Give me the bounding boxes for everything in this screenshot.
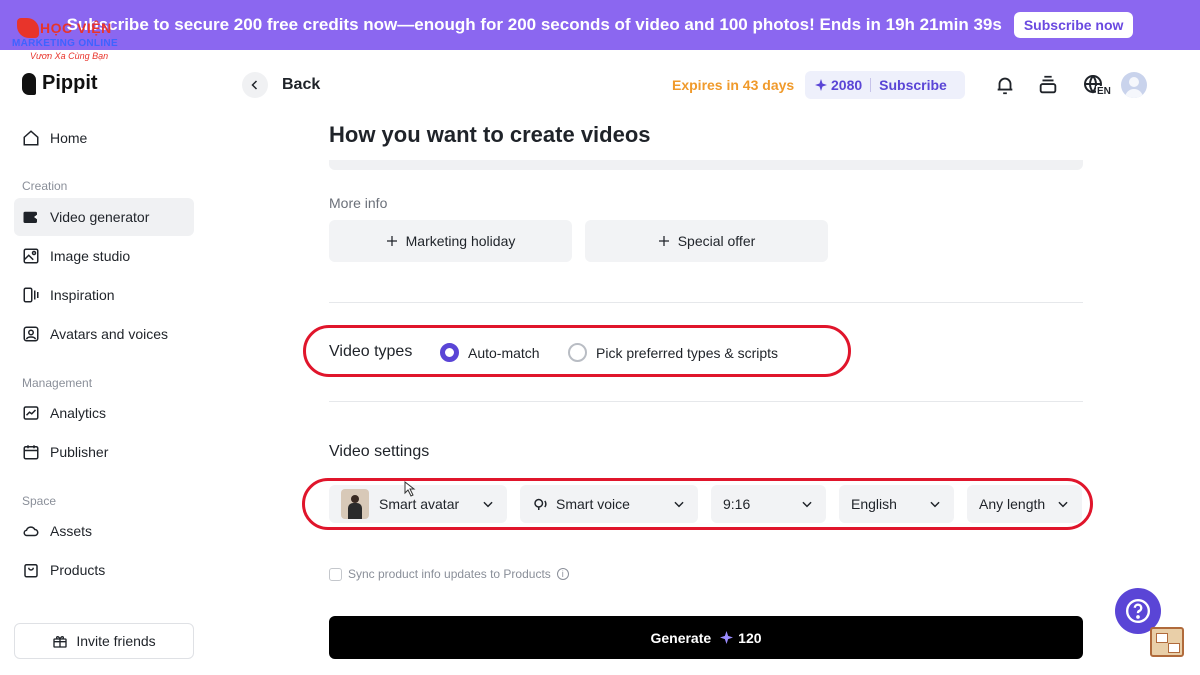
generate-button[interactable]: Generate 120 [329,616,1083,659]
notification-bell-icon[interactable] [992,72,1018,98]
chip-label: Special offer [677,233,756,249]
sidebar-item-label: Video generator [50,209,150,225]
sidebar-item-avatars-and-voices[interactable]: Avatars and voices [14,315,194,353]
sparkle-icon [720,631,734,644]
watermark-logo: HỌC VIỆN MARKETING ONLINE Vươn Xa Cùng B… [12,18,122,64]
section-space: Space [22,494,57,508]
sync-product-checkbox[interactable]: Sync product info updates to Products i [329,567,569,581]
chip-label: Marketing holiday [405,233,516,249]
invite-friends-label: Invite friends [76,633,156,649]
checkbox-icon[interactable] [329,567,342,581]
sidebar-item-label: Analytics [50,405,107,421]
invite-friends-button[interactable]: Invite friends [14,623,194,659]
sidebar-item-label: Publisher [50,444,109,460]
credits-divider [870,78,872,92]
sidebar-item-publisher[interactable]: Publisher [14,433,194,471]
promo-banner: Subscribe to secure 200 free credits now… [0,0,1200,50]
watermark-line-2: MARKETING ONLINE [12,38,118,49]
sidebar-item-analytics[interactable]: Analytics [14,394,194,432]
credits-count: 2080 [831,77,863,93]
info-icon[interactable]: i [556,568,569,580]
bag-icon [24,564,38,578]
back-button[interactable]: Back [242,72,320,98]
language-code: EN [1096,86,1112,97]
sync-product-label: Sync product info updates to Products [348,567,551,581]
watermark-line-3: Vươn Xa Cùng Bạn [30,51,109,61]
home-icon [23,130,39,146]
credits-badge[interactable]: 2080 Subscribe [805,71,965,99]
sidebar-item-image-studio[interactable]: Image studio [14,237,194,275]
analytics-icon [23,406,39,420]
corner-widget-icon[interactable] [1150,627,1184,657]
promo-banner-text: Subscribe to secure 200 free credits now… [66,15,1002,34]
page-title: How you want to create videos [329,122,651,147]
watermark-logo-icon [17,18,39,38]
chevron-left-icon [242,72,268,98]
special-offer-chip[interactable]: Special offer [585,220,828,262]
gift-icon [53,636,67,648]
section-management: Management [22,376,93,390]
sparkle-icon [815,79,827,91]
sidebar-item-label: Home [50,130,88,146]
sidebar-item-products[interactable]: Products [14,551,194,589]
plus-icon [658,236,669,246]
section-divider [329,302,1083,303]
sidebar-item-label: Avatars and voices [50,326,169,342]
generate-cost: 120 [738,629,762,646]
inspiration-icon [23,287,39,303]
mouse-cursor-icon [404,481,416,497]
sidebar-item-video-generator[interactable]: Video generator [14,198,194,236]
subscribe-now-button[interactable]: Subscribe now [1013,12,1134,38]
back-label: Back [282,76,321,93]
user-avatar[interactable] [1121,72,1147,98]
highlight-oval-video-settings [302,478,1093,530]
more-info-label: More info [329,195,388,211]
video-icon [23,211,37,223]
cloud-icon [23,526,39,537]
section-divider [329,401,1083,402]
sidebar-item-assets[interactable]: Assets [14,512,194,550]
input-area-bottom [329,160,1083,170]
sidebar-item-label: Products [50,562,106,578]
video-settings-label: Video settings [329,443,430,460]
marketing-holiday-chip[interactable]: Marketing holiday [329,220,572,262]
brand-logo[interactable]: Pippit [22,72,98,95]
sidebar-item-label: Image studio [50,248,131,264]
plus-icon [386,236,397,246]
generate-label: Generate [650,629,712,646]
sidebar-item-inspiration[interactable]: Inspiration [14,276,194,314]
sidebar-item-label: Assets [50,523,93,539]
sidebar-item-label: Inspiration [50,287,115,303]
sidebar-item-home[interactable]: Home [14,119,194,157]
question-icon [1125,598,1151,624]
subscribe-link[interactable]: Subscribe [879,77,947,93]
calendar-icon [23,445,39,460]
expiry-notice: Expires in 43 days [672,77,795,93]
brand-name: Pippit [42,72,98,94]
avatar-icon [23,326,39,342]
stack-icon[interactable] [1035,72,1061,98]
highlight-oval-video-types [303,325,851,377]
language-globe-icon[interactable]: EN [1078,72,1112,98]
watermark-line-1: HỌC VIỆN [40,20,112,36]
section-creation: Creation [22,179,68,193]
pippit-logo-icon [22,72,36,95]
image-icon [23,248,39,264]
